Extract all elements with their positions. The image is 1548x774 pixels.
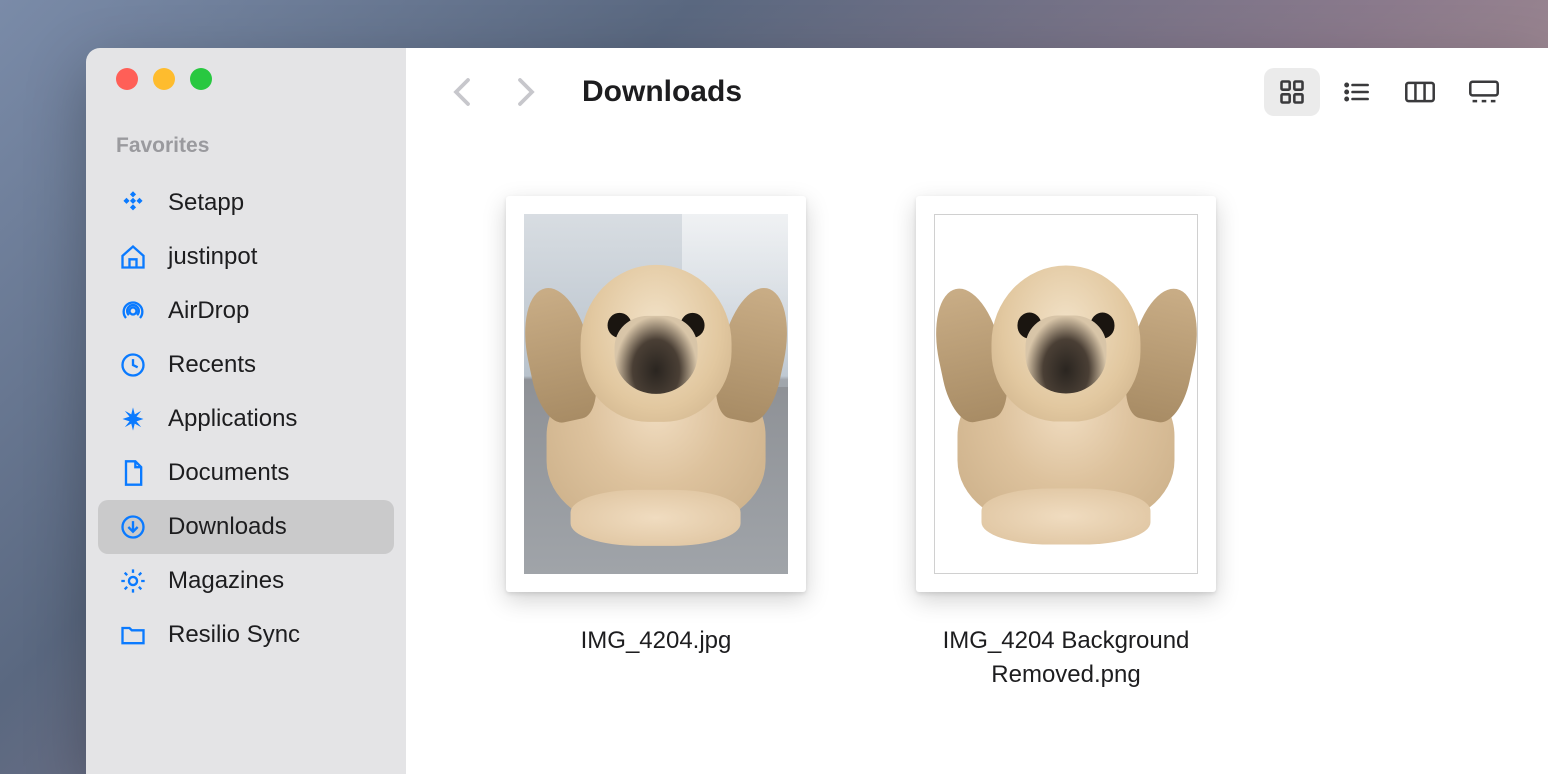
sidebar-item-label: Recents [168, 351, 256, 379]
nav-back-button[interactable] [442, 72, 482, 112]
sidebar-item-documents[interactable]: Documents [98, 446, 394, 500]
file-item[interactable]: IMG_4204.jpg [506, 196, 806, 658]
sidebar-item-label: Magazines [168, 567, 284, 595]
sidebar-item-label: Resilio Sync [168, 621, 300, 649]
download-icon [116, 510, 150, 544]
file-item[interactable]: IMG_4204 Background Removed.png [916, 196, 1216, 691]
sidebar-item-setapp[interactable]: Setapp [98, 176, 394, 230]
file-thumbnail [506, 196, 806, 592]
applications-icon [116, 402, 150, 436]
view-mode-switcher [1264, 68, 1512, 116]
sidebar-item-magazines[interactable]: Magazines [98, 554, 394, 608]
icon-view-button[interactable] [1264, 68, 1320, 116]
sidebar-item-home[interactable]: justinpot [98, 230, 394, 284]
sidebar-item-recents[interactable]: Recents [98, 338, 394, 392]
nav-forward-button[interactable] [506, 72, 546, 112]
file-thumbnail [916, 196, 1216, 592]
sidebar-item-airdrop[interactable]: AirDrop [98, 284, 394, 338]
home-icon [116, 240, 150, 274]
list-view-button[interactable] [1328, 68, 1384, 116]
file-grid: IMG_4204.jpg [406, 136, 1548, 774]
minimize-button[interactable] [153, 68, 175, 90]
sidebar-item-label: Setapp [168, 189, 244, 217]
toolbar: Downloads [406, 48, 1548, 136]
document-icon [116, 456, 150, 490]
file-name-label: IMG_4204.jpg [581, 624, 732, 658]
main-pane: Downloads [406, 48, 1548, 774]
gear-icon [116, 564, 150, 598]
sidebar: Favorites Setapp justinpot AirDrop Recen… [86, 48, 406, 774]
finder-window: Favorites Setapp justinpot AirDrop Recen… [86, 48, 1548, 774]
fullscreen-button[interactable] [190, 68, 212, 90]
sidebar-item-applications[interactable]: Applications [98, 392, 394, 446]
sidebar-item-label: Applications [168, 405, 297, 433]
airdrop-icon [116, 294, 150, 328]
sidebar-item-label: Documents [168, 459, 289, 487]
window-controls [86, 68, 406, 90]
clock-icon [116, 348, 150, 382]
gallery-view-button[interactable] [1456, 68, 1512, 116]
sidebar-item-label: AirDrop [168, 297, 249, 325]
close-button[interactable] [116, 68, 138, 90]
sidebar-item-label: justinpot [168, 243, 257, 271]
column-view-button[interactable] [1392, 68, 1448, 116]
setapp-icon [116, 186, 150, 220]
sidebar-item-resilio-sync[interactable]: Resilio Sync [98, 608, 394, 662]
sidebar-item-label: Downloads [168, 513, 287, 541]
page-title: Downloads [582, 75, 742, 109]
folder-icon [116, 618, 150, 652]
file-name-label: IMG_4204 Background Removed.png [916, 624, 1216, 691]
sidebar-item-downloads[interactable]: Downloads [98, 500, 394, 554]
sidebar-section-favorites: Favorites [86, 134, 406, 158]
